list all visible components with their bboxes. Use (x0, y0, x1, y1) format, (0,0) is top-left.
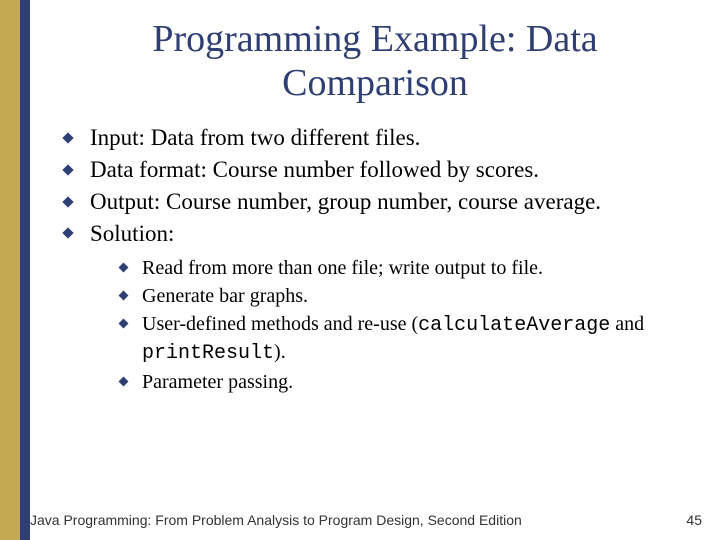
sub-bullet-list: Read from more than one file; write outp… (118, 255, 692, 395)
list-item: Generate bar graphs. (118, 283, 692, 309)
bullet-text: Generate bar graphs. (142, 285, 308, 307)
bullet-text-mid: and (610, 313, 644, 335)
list-item: Solution: Read from more than one file; … (62, 219, 692, 395)
list-item: Data format: Course number followed by s… (62, 155, 692, 185)
list-item: Read from more than one file; write outp… (118, 255, 692, 281)
bullet-text-prefix: User-defined methods and re-use ( (142, 313, 418, 335)
bullet-text: Output: Course number, group number, cou… (90, 189, 601, 214)
list-item: Output: Course number, group number, cou… (62, 187, 692, 217)
list-item: Parameter passing. (118, 369, 692, 395)
slide-content: Programming Example: Data Comparison Inp… (30, 0, 720, 540)
footer-text: Java Programming: From Problem Analysis … (30, 512, 710, 528)
bullet-text: Read from more than one file; write outp… (142, 257, 543, 279)
bullet-text: Input: Data from two different files. (90, 125, 420, 150)
bullet-text-suffix: ). (274, 341, 286, 363)
list-item: User-defined methods and re-use (calcula… (118, 311, 692, 367)
list-item: Input: Data from two different files. (62, 123, 692, 153)
bullet-text: Parameter passing. (142, 371, 293, 393)
slide-title: Programming Example: Data Comparison (58, 18, 692, 105)
code-text: printResult (142, 342, 274, 365)
page-number: 45 (686, 512, 702, 528)
code-text: calculateAverage (418, 314, 610, 337)
bullet-list: Input: Data from two different files. Da… (58, 123, 692, 395)
accent-bar-gold (0, 0, 20, 540)
bullet-text: Data format: Course number followed by s… (90, 157, 539, 182)
bullet-text: Solution: (90, 221, 174, 246)
accent-bar-navy (20, 0, 30, 540)
